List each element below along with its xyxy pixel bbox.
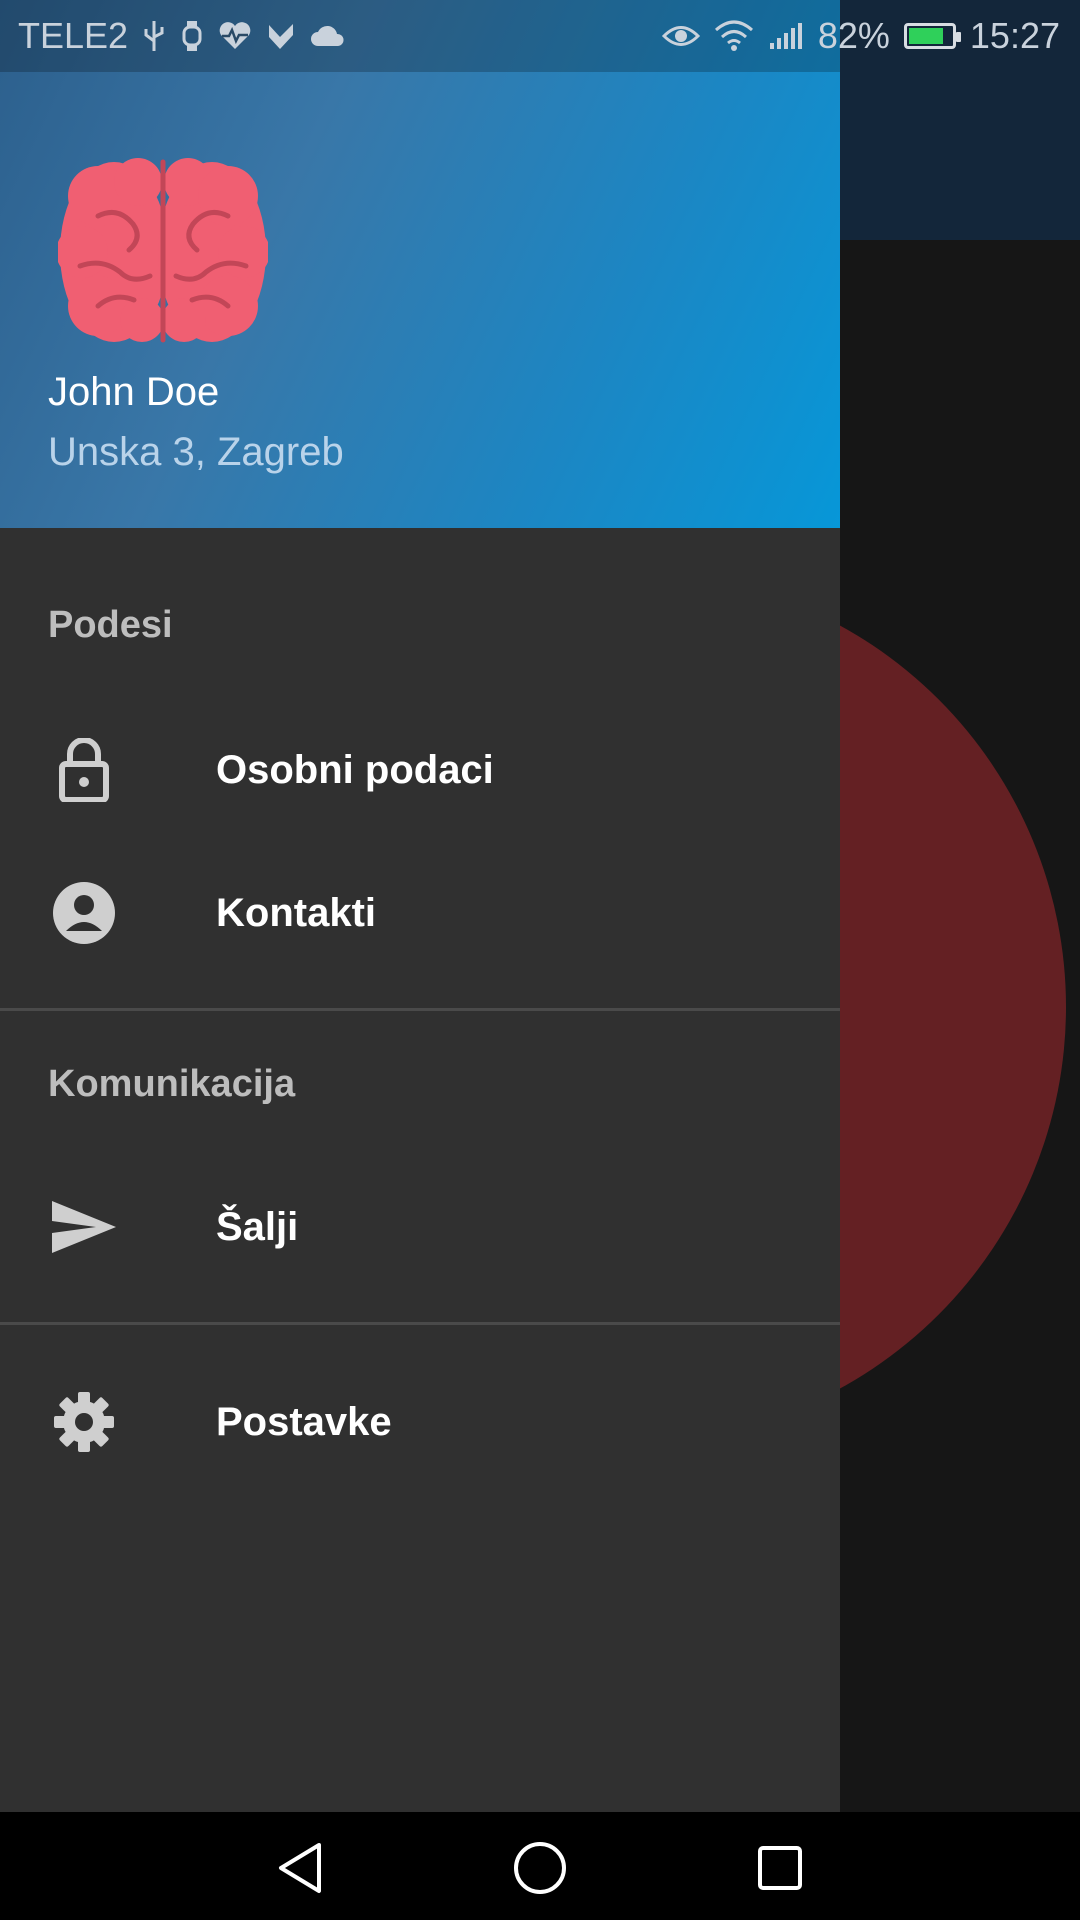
menu-item-label: Šalji [216,1204,299,1249]
section-title-komunikacija: Komunikacija [48,1063,296,1105]
drawer-header: John Doe Unska 3, Zagreb [0,0,840,528]
user-name: John Doe [48,370,220,414]
back-button[interactable] [268,1836,332,1900]
divider [0,1008,840,1011]
brain-icon [56,156,270,344]
cloud-icon [310,24,346,48]
menu-item-label: Postavke [216,1399,392,1444]
system-nav-bar [0,1812,1080,1920]
menu-item-kontakti[interactable]: Kontakti [0,843,840,983]
tasks-icon [266,21,296,51]
menu-item-osobni-podaci[interactable]: Osobni podaci [0,700,840,840]
recents-button[interactable] [748,1836,812,1900]
menu-item-postavke[interactable]: Postavke [0,1352,840,1492]
divider [0,1322,840,1325]
lock-icon [50,736,118,804]
eye-icon [661,23,700,49]
carrier-name: TELE2 [18,15,129,56]
wifi-icon [714,20,754,52]
navigation-drawer: John Doe Unska 3, Zagreb Podesi Osobni p… [0,0,840,1812]
usb-icon [142,19,166,53]
battery-percent: 82% [817,15,890,56]
heart-rate-icon [218,21,252,51]
menu-item-label: Osobni podaci [216,747,494,792]
menu-item-label: Kontakti [216,890,376,935]
user-address: Unska 3, Zagreb [48,430,344,474]
watch-icon [180,19,204,53]
send-icon [50,1193,118,1261]
home-button[interactable] [508,1836,572,1900]
clock: 15:27 [969,15,1060,56]
signal-icon [768,21,804,51]
section-title-podesi: Podesi [48,604,173,646]
account-circle-icon [50,879,118,947]
menu-item-salji[interactable]: Šalji [0,1157,840,1297]
status-bar: TELE2 82% 15:27 [0,0,1080,72]
battery-icon [903,23,961,49]
gear-icon [50,1388,118,1456]
